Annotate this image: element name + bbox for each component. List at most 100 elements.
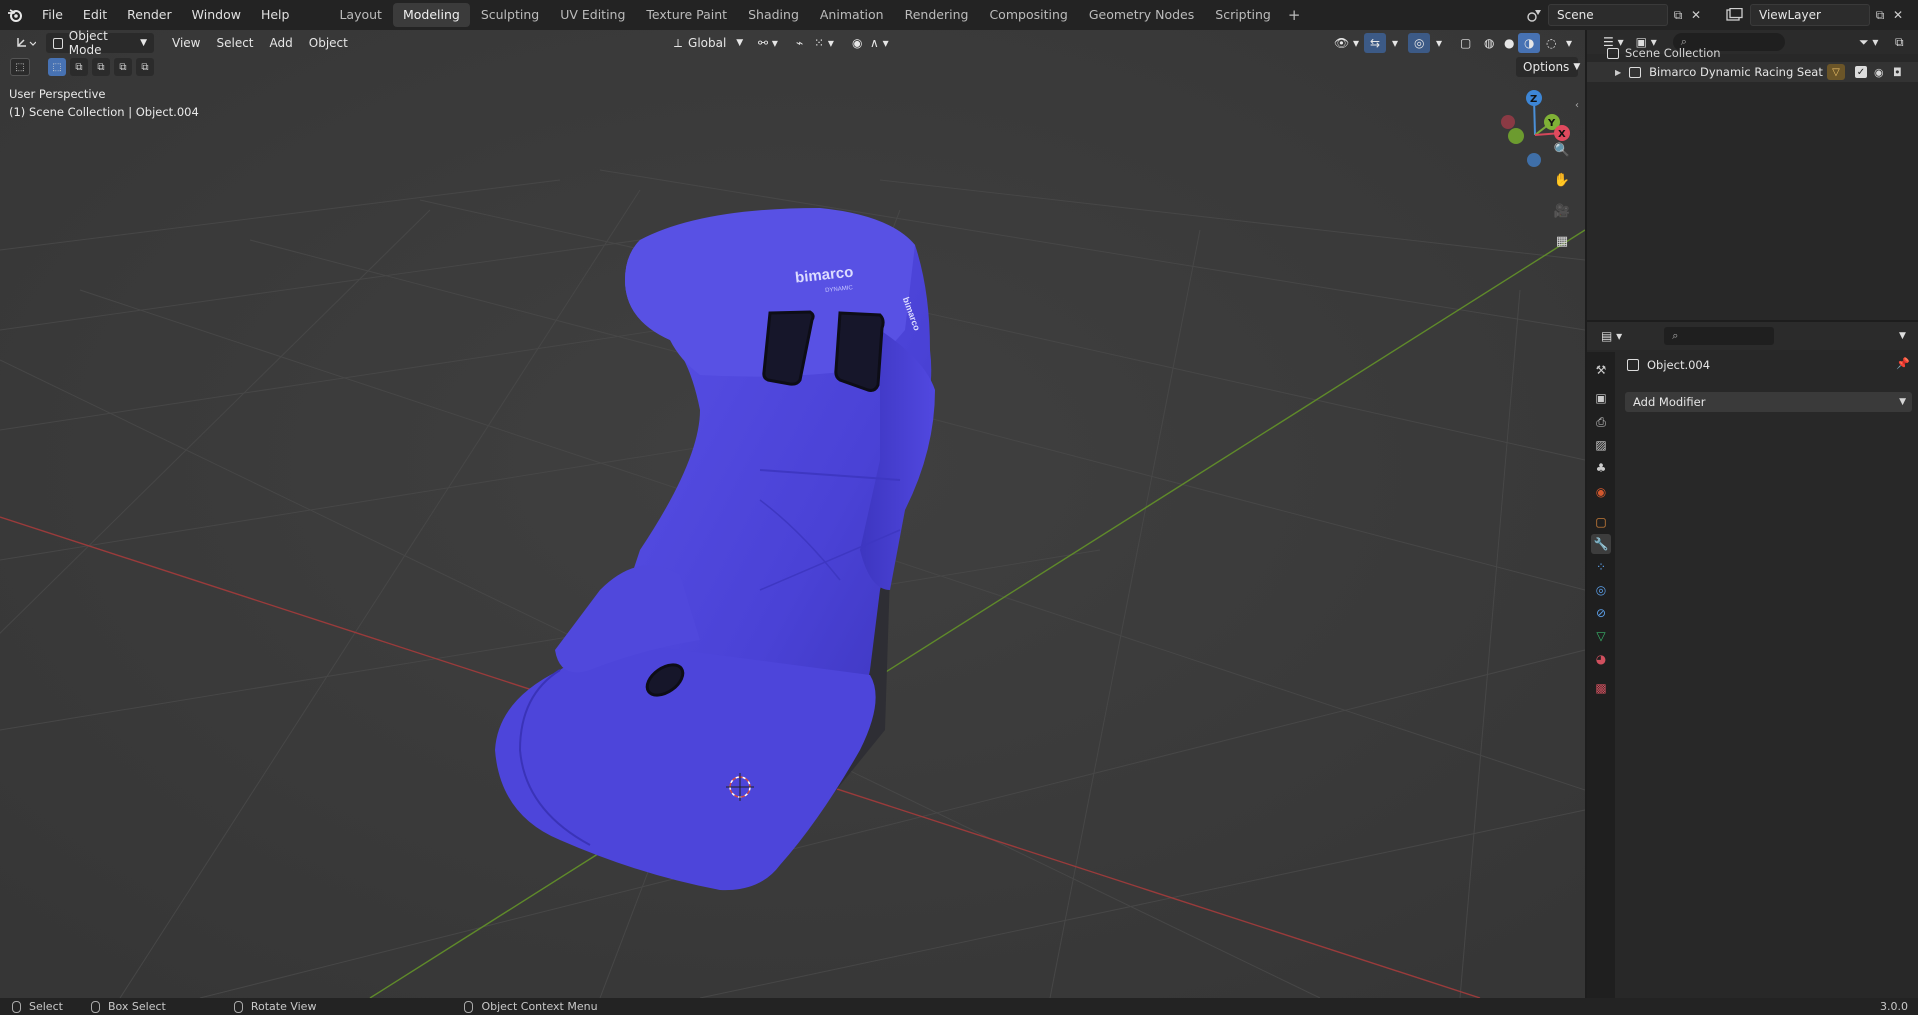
- modifier-tab-icon[interactable]: 🔧: [1591, 534, 1611, 554]
- tab-sculpting[interactable]: Sculpting: [471, 3, 549, 27]
- new-viewlayer-icon[interactable]: ⧉: [1870, 4, 1890, 26]
- add-modifier-dropdown[interactable]: Add Modifier ▼: [1625, 392, 1912, 412]
- new-scene-icon[interactable]: ⧉: [1668, 4, 1688, 26]
- mouse-middle-icon: [233, 1000, 243, 1013]
- tab-texture-paint[interactable]: Texture Paint: [636, 3, 737, 27]
- world-tab-icon[interactable]: ◉: [1591, 482, 1611, 502]
- properties-editor-type-icon[interactable]: ▤ ▾: [1601, 329, 1622, 343]
- chevron-down-icon: ▼: [140, 38, 147, 48]
- pan-hand-icon[interactable]: ✋: [1550, 168, 1574, 192]
- material-preview-shading-icon[interactable]: ◑: [1518, 33, 1541, 53]
- shading-dropdown-icon[interactable]: ▾: [1560, 33, 1578, 53]
- expand-arrow-icon[interactable]: ▶: [1615, 68, 1621, 77]
- pin-icon[interactable]: 📌: [1896, 357, 1910, 370]
- object-mode-dropdown[interactable]: Object Mode ▼: [46, 30, 154, 57]
- viewport-menu: View Select Add Object: [164, 36, 356, 50]
- filter-icon[interactable]: ⏷ ▾: [1859, 35, 1878, 50]
- viewlayer-icon[interactable]: [1720, 4, 1750, 26]
- constraints-tab-icon[interactable]: ⊘: [1591, 603, 1611, 623]
- editor-type-icon[interactable]: [8, 33, 42, 53]
- new-collection-icon[interactable]: ⧉: [1895, 35, 1904, 50]
- status-box-select: Box Select: [90, 1000, 166, 1013]
- object-icon: [1627, 359, 1639, 371]
- render-tab-icon[interactable]: ▣: [1591, 388, 1611, 408]
- scene-icon[interactable]: [1522, 4, 1548, 26]
- transform-orientation-dropdown[interactable]: ⟂ Global ▼: [668, 33, 749, 53]
- select-mode-new-icon[interactable]: ⬚: [48, 58, 66, 76]
- tab-geometry-nodes[interactable]: Geometry Nodes: [1079, 3, 1204, 27]
- select-mode-invert-icon[interactable]: ⧉: [114, 58, 132, 76]
- scene-selector: Scene ⧉ ✕: [1522, 3, 1704, 27]
- mesh-data-tab-icon[interactable]: ▽: [1591, 626, 1611, 646]
- tab-layout[interactable]: Layout: [329, 3, 392, 27]
- viewlayer-name-field[interactable]: ViewLayer: [1750, 4, 1870, 26]
- object-tab-icon[interactable]: ▢: [1591, 512, 1611, 532]
- menu-object[interactable]: Object: [301, 36, 356, 50]
- camera-view-icon[interactable]: 🎥: [1550, 199, 1574, 223]
- select-mode-extend-icon[interactable]: ⧉: [70, 58, 88, 76]
- blender-logo-icon[interactable]: [0, 0, 30, 30]
- pivot-point-icon[interactable]: ⚯ ▾: [752, 33, 784, 53]
- gizmo-toggle-icon[interactable]: ⇆: [1364, 33, 1387, 53]
- chevron-down-icon: ▼: [736, 38, 744, 48]
- menu-add[interactable]: Add: [262, 36, 301, 50]
- menu-select[interactable]: Select: [208, 36, 261, 50]
- mouse-right-icon: [464, 1000, 474, 1013]
- menu-file[interactable]: File: [32, 0, 73, 30]
- overlays-icon[interactable]: ◎: [1408, 33, 1431, 53]
- select-tool-icon[interactable]: ⬚: [10, 58, 30, 76]
- tab-scripting[interactable]: Scripting: [1205, 3, 1281, 27]
- tab-rendering[interactable]: Rendering: [895, 3, 979, 27]
- tool-tab-icon[interactable]: ⚒: [1591, 360, 1611, 380]
- tab-shading[interactable]: Shading: [738, 3, 809, 27]
- funnel-icon[interactable]: ▽: [1827, 64, 1845, 80]
- scene-name-field[interactable]: Scene: [1548, 4, 1668, 26]
- menu-view[interactable]: View: [164, 36, 208, 50]
- material-tab-icon[interactable]: ◕: [1591, 649, 1611, 669]
- orientation-icon: ⟂: [674, 35, 683, 50]
- xray-icon[interactable]: ▢: [1454, 33, 1477, 53]
- falloff-icon[interactable]: ∧ ▾: [864, 33, 895, 53]
- ortho-grid-icon[interactable]: ▦: [1550, 229, 1574, 253]
- select-mode-intersect-icon[interactable]: ⧉: [136, 58, 154, 76]
- 3d-viewport[interactable]: bimarco DYNAMIC bimarco Z Y X Object Mod…: [0, 30, 1585, 998]
- tab-uv-editing[interactable]: UV Editing: [550, 3, 635, 27]
- eye-icon[interactable]: ◉: [1874, 66, 1884, 79]
- visibility-icon[interactable]: 👁 ▾: [1328, 33, 1365, 53]
- texture-tab-icon[interactable]: ▩: [1591, 678, 1611, 698]
- snap-target-icon[interactable]: ⁙ ▾: [808, 33, 840, 53]
- view-layer-tab-icon[interactable]: ▨: [1591, 435, 1611, 455]
- select-mode-subtract-icon[interactable]: ⧉: [92, 58, 110, 76]
- remove-viewlayer-icon[interactable]: ✕: [1890, 4, 1906, 26]
- tab-animation[interactable]: Animation: [810, 3, 894, 27]
- particles-tab-icon[interactable]: ⁘: [1591, 557, 1611, 577]
- remove-scene-icon[interactable]: ✕: [1688, 4, 1704, 26]
- outliner-panel: ☰ ▾ ▣ ▾ ⌕ ⏷ ▾ ⧉ Scene Collection ▶ Bimar…: [1587, 30, 1918, 320]
- camera-icon[interactable]: ◘: [1893, 66, 1902, 79]
- properties-search-field[interactable]: ⌕: [1664, 327, 1775, 345]
- menu-render[interactable]: Render: [117, 0, 182, 30]
- tab-modeling[interactable]: Modeling: [392, 3, 470, 27]
- checkbox-icon[interactable]: ✓: [1855, 66, 1867, 78]
- menu-window[interactable]: Window: [182, 0, 251, 30]
- outliner-root-row[interactable]: Scene Collection: [1607, 44, 1721, 62]
- overlays-dropdown-icon[interactable]: ▾: [1430, 33, 1448, 53]
- outliner-item-label: Bimarco Dynamic Racing Seat: [1649, 65, 1823, 79]
- output-tab-icon[interactable]: ⎙: [1591, 412, 1611, 432]
- gizmo-dropdown-icon[interactable]: ▾: [1386, 33, 1404, 53]
- menu-help[interactable]: Help: [251, 0, 300, 30]
- properties-options-icon[interactable]: ▼: [1899, 331, 1906, 341]
- top-bar: File Edit Render Window Help Layout Mode…: [0, 0, 1918, 30]
- add-workspace-icon[interactable]: +: [1282, 6, 1307, 24]
- physics-tab-icon[interactable]: ◎: [1591, 580, 1611, 600]
- snap-icon[interactable]: ⌁: [790, 33, 809, 53]
- status-context-menu: Object Context Menu: [464, 1000, 598, 1013]
- options-dropdown[interactable]: Options ▼: [1516, 57, 1580, 77]
- scene-tab-icon[interactable]: ♣: [1591, 458, 1611, 478]
- perspective-label: User Perspective: [9, 87, 106, 101]
- outliner-row[interactable]: ▶ Bimarco Dynamic Racing Seat ▽ ✓ ◉ ◘: [1587, 62, 1918, 82]
- sidebar-toggle-icon[interactable]: ‹: [1575, 100, 1579, 111]
- tab-compositing[interactable]: Compositing: [979, 3, 1077, 27]
- zoom-icon[interactable]: 🔍: [1550, 138, 1574, 162]
- menu-edit[interactable]: Edit: [73, 0, 117, 30]
